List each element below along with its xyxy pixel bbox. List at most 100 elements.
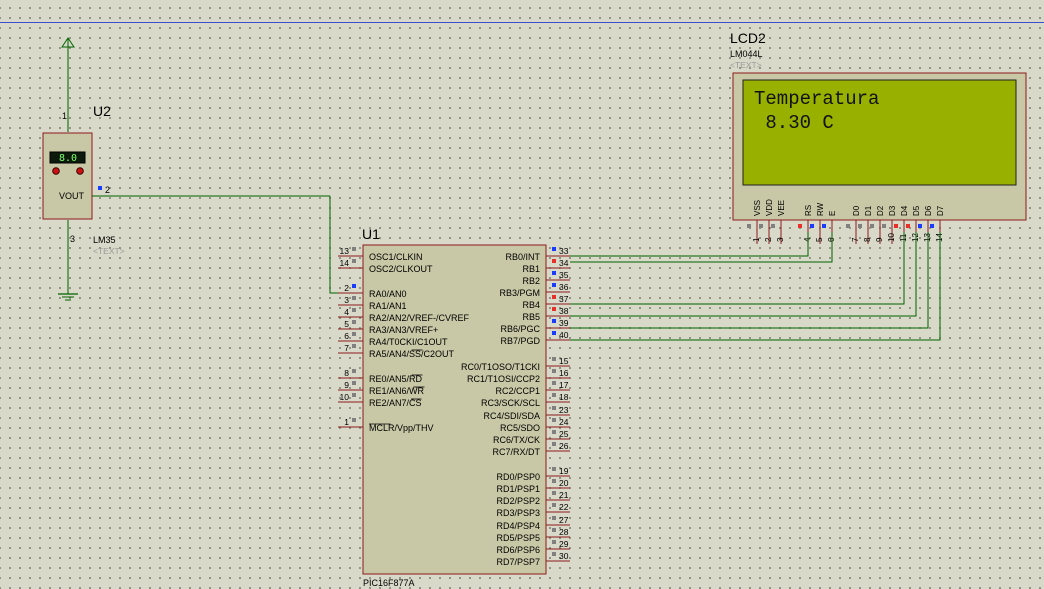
pin-state-indicator: [552, 516, 556, 520]
pin-name: RB7/PGD: [500, 336, 540, 346]
pin-state-indicator: [352, 344, 356, 348]
pin-name: D1: [864, 205, 873, 216]
pin-state-indicator: [552, 442, 556, 446]
sensor-pin-bottom-number: 3: [70, 234, 75, 244]
pin-name: RC0/T1OSO/T1CKI: [461, 362, 540, 372]
wire-d6: [570, 232, 929, 329]
pin-name: D3: [888, 205, 897, 216]
pin-name: RB3/PGM: [499, 288, 540, 298]
microcontroller-u1[interactable]: U1 PIC16F877A 13OSC1/CLKIN14OSC2/CLKOUT2…: [338, 226, 570, 588]
mcu-ref: U1: [362, 226, 380, 242]
pin-name: RD7/PSP7: [496, 557, 540, 567]
pin-number: 29: [559, 539, 569, 549]
pin-name: D7: [936, 205, 945, 216]
pin-state-indicator: [352, 393, 356, 397]
ground-terminal[interactable]: [58, 220, 78, 301]
pin-state-indicator: [882, 224, 886, 228]
pin-name: RB2: [522, 276, 540, 286]
pin-name: RD0/PSP0: [496, 472, 540, 482]
pin-number: 7: [344, 343, 349, 353]
sensor-increase-button[interactable]: [76, 167, 84, 175]
pin-name: RC5/SDO: [500, 423, 540, 433]
pin-number: 6: [344, 331, 349, 341]
pin-name: RB5: [522, 312, 540, 322]
pin-number: 14: [340, 258, 350, 268]
pin-state-indicator: [552, 369, 556, 373]
pin-name: RA3/AN3/VREF+: [369, 325, 438, 335]
pin-number: 24: [559, 417, 569, 427]
pin-number: 5: [815, 237, 824, 242]
pin-number: 8: [344, 368, 349, 378]
pin-state-indicator: [552, 393, 556, 397]
pin-state-indicator: [810, 224, 814, 228]
pin-state-indicator: [352, 284, 356, 288]
pin-name: RS: [804, 205, 813, 216]
pin-name: RA2/AN2/VREF-/CVREF: [369, 313, 470, 323]
pin-state-indicator: [822, 224, 826, 228]
pin-state-indicator: [552, 357, 556, 361]
sensor-pin-state: [98, 186, 102, 190]
wire-rs: [570, 232, 809, 257]
lcd-ref: LCD2: [730, 30, 766, 46]
pin-state-indicator: [552, 430, 556, 434]
pin-state-indicator: [352, 332, 356, 336]
pin-name: RB0/INT: [505, 252, 540, 262]
pin-number: 30: [559, 551, 569, 561]
sensor-u2[interactable]: U2 1 8.0 VOUT 2 3 LM35 <TEXT>: [42, 103, 330, 256]
wire-e: [570, 232, 833, 263]
pin-number: 21: [559, 490, 569, 500]
pin-state-indicator: [846, 224, 850, 228]
pin-number: 20: [559, 478, 569, 488]
pin-number: 15: [559, 356, 569, 366]
sensor-pin-top-number: 1: [62, 111, 67, 121]
pin-number: 2: [764, 237, 773, 242]
pin-state-indicator: [352, 308, 356, 312]
pin-name: D0: [852, 205, 861, 216]
pin-name: D2: [876, 205, 885, 216]
pin-number: 39: [559, 318, 569, 328]
pin-name: OSC2/CLKOUT: [369, 264, 433, 274]
pin-state-indicator: [906, 224, 910, 228]
pin-name: RB6/PGC: [500, 324, 540, 334]
adc-wire: [329, 196, 338, 294]
schematic-canvas[interactable]: U2 1 8.0 VOUT 2 3 LM35 <TEXT> U1 PIC16F8…: [0, 0, 1044, 589]
pin-number: 35: [559, 270, 569, 280]
pin-state-indicator: [552, 406, 556, 410]
pin-number: 3: [344, 295, 349, 305]
pin-name: RD2/PSP2: [496, 496, 540, 506]
pin-number: 38: [559, 306, 569, 316]
sensor-decrease-button[interactable]: [52, 167, 60, 175]
pin-state-indicator: [552, 503, 556, 507]
pin-state-indicator: [930, 224, 934, 228]
pin-name: RA1/AN1: [369, 301, 407, 311]
pin-number: 4: [344, 307, 349, 317]
pin-state-indicator: [352, 296, 356, 300]
pin-state-indicator: [352, 247, 356, 251]
pin-name: D4: [900, 205, 909, 216]
sensor-body[interactable]: [42, 132, 93, 220]
pin-state-indicator: [552, 540, 556, 544]
pin-state-indicator: [894, 224, 898, 228]
pin-number: 22: [559, 502, 569, 512]
pin-state-indicator: [352, 418, 356, 422]
pin-state-indicator: [552, 319, 556, 323]
pin-state-indicator: [771, 224, 775, 228]
pin-state-indicator: [352, 320, 356, 324]
pin-name: RC7/RX/DT: [492, 447, 540, 457]
sensor-ref: U2: [93, 103, 111, 119]
pin-number: 13: [340, 246, 350, 256]
pin-name: RE1/AN6/WR: [369, 386, 425, 396]
pin-number: 10: [887, 233, 896, 242]
sensor-display-value: 8.0: [59, 153, 77, 164]
pin-state-indicator: [352, 369, 356, 373]
lcd-lcd2[interactable]: LCD2 LM044L <TEXT> Temperatura 8.30 C 1 V…: [730, 30, 1027, 244]
pin-number: 9: [875, 237, 884, 242]
lcd-line-1: Temperatura: [754, 88, 879, 110]
pin-name: RA4/T0CKI/C1OUT: [369, 337, 448, 347]
pin-name: RE0/AN5/RD: [369, 374, 423, 384]
pin-number: 40: [559, 330, 569, 340]
pin-state-indicator: [552, 307, 556, 311]
sensor-model: LM35: [93, 235, 116, 245]
pin-number: 1: [752, 237, 761, 242]
pin-name: RB1: [522, 264, 540, 274]
